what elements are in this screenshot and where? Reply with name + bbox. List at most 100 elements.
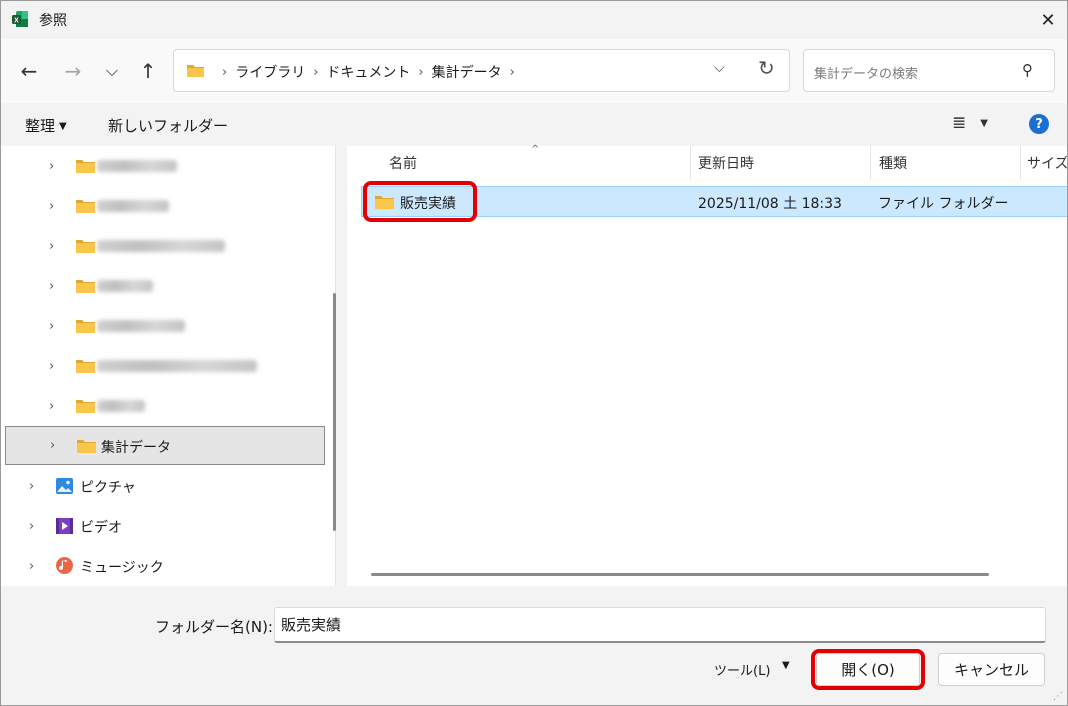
chevron-right-icon[interactable]: › <box>50 438 55 453</box>
folder-icon <box>187 65 204 77</box>
address-history-dropdown[interactable]: ⌵ <box>714 60 725 76</box>
browse-dialog: X 参照 ✕ ← → ⌵ ↑ › ライブラリ › ドキュメント › 集計データ … <box>0 0 1068 706</box>
column-header-modified[interactable]: 更新日時 <box>698 146 754 180</box>
folder-icon <box>76 240 95 253</box>
chevron-right-icon[interactable]: › <box>29 479 34 494</box>
redacted-label <box>97 200 169 212</box>
chevron-right-icon: › <box>222 64 228 80</box>
folder-icon <box>76 360 95 373</box>
chevron-right-icon[interactable]: › <box>49 199 54 214</box>
nav-scrollbar[interactable] <box>333 293 336 531</box>
caret-down-icon: ▼ <box>59 121 67 132</box>
nav-folder-item[interactable]: › <box>1 306 326 346</box>
redacted-label <box>97 160 177 172</box>
pictures-icon <box>56 478 73 494</box>
folder-name-label: フォルダー名(N): <box>155 618 273 636</box>
folder-icon <box>77 440 96 453</box>
cancel-button[interactable]: キャンセル <box>938 653 1045 686</box>
column-header-type[interactable]: 種類 <box>879 146 907 180</box>
list-view-icon: ≣ <box>952 113 967 133</box>
title-bar: X 参照 ✕ <box>1 1 1067 39</box>
nav-folder-item[interactable]: › <box>1 226 326 266</box>
nav-item-label: 集計データ <box>101 440 171 456</box>
back-button[interactable]: ← <box>15 57 43 85</box>
excel-icon: X <box>12 11 28 27</box>
chevron-right-icon: › <box>509 64 515 80</box>
nav-folder-item[interactable]: › <box>1 186 326 226</box>
window-title: 参照 <box>39 13 67 29</box>
address-row: ← → ⌵ ↑ › ライブラリ › ドキュメント › 集計データ › ⌵ ↻ 集… <box>1 39 1067 103</box>
column-header-name[interactable]: 名前 <box>389 146 417 180</box>
tools-button[interactable]: ツール(L) <box>714 660 770 679</box>
nav-item-label: ビデオ <box>80 520 122 536</box>
nav-folder-item[interactable]: › <box>1 146 326 186</box>
folder-icon <box>76 320 95 333</box>
breadcrumb-item[interactable]: ライブラリ <box>235 62 305 82</box>
sort-ascending-icon: ^ <box>531 144 540 155</box>
navigation-pane: › › › › › › › › 集計データ › ピクチャ › ビデオ › ミュー… <box>1 146 336 586</box>
chevron-right-icon[interactable]: › <box>49 399 54 414</box>
music-icon <box>56 557 73 574</box>
help-icon[interactable]: ? <box>1029 114 1049 134</box>
recent-locations-button[interactable]: ⌵ <box>98 57 126 85</box>
chevron-right-icon[interactable]: › <box>49 159 54 174</box>
file-modified: 2025/11/08 土 18:33 <box>698 196 842 212</box>
redacted-label <box>97 320 185 332</box>
nav-folder-item[interactable]: › <box>1 346 326 386</box>
chevron-right-icon[interactable]: › <box>49 279 54 294</box>
close-button[interactable]: ✕ <box>1027 1 1067 39</box>
breadcrumb-item[interactable]: 集計データ <box>432 62 502 82</box>
folder-icon <box>76 280 95 293</box>
chevron-down-icon: ⌵ <box>105 61 119 80</box>
refresh-icon[interactable]: ↻ <box>758 56 775 80</box>
folder-icon <box>76 160 95 173</box>
folder-icon <box>76 200 95 213</box>
nav-item-label: ピクチャ <box>80 480 136 496</box>
forward-arrow-icon: → <box>64 59 82 83</box>
videos-icon <box>56 518 73 534</box>
nav-item-videos[interactable]: › ビデオ <box>1 506 326 546</box>
nav-item-shuukei-data[interactable]: › 集計データ <box>5 426 325 465</box>
column-header-size[interactable]: サイズ <box>1027 146 1067 180</box>
chevron-right-icon[interactable]: › <box>29 559 34 574</box>
highlight-box <box>811 649 925 690</box>
column-divider[interactable] <box>1020 146 1021 180</box>
chevron-right-icon[interactable]: › <box>29 519 34 534</box>
breadcrumb-item[interactable]: ドキュメント <box>326 62 410 82</box>
folder-icon <box>76 400 95 413</box>
nav-folder-item[interactable]: › <box>1 266 326 306</box>
up-arrow-icon: ↑ <box>139 59 157 83</box>
resize-grip-icon[interactable]: ⋰ <box>1053 691 1063 702</box>
address-bar[interactable]: › ライブラリ › ドキュメント › 集計データ › ⌵ ↻ <box>173 49 790 92</box>
search-icon: ⚲ <box>1022 61 1033 79</box>
svg-text:X: X <box>14 18 19 25</box>
search-placeholder: 集計データの検索 <box>814 67 919 82</box>
redacted-label <box>97 360 257 372</box>
chevron-right-icon[interactable]: › <box>49 359 54 374</box>
redacted-label <box>97 240 225 252</box>
folder-name-field[interactable]: 販売実績 <box>274 607 1046 643</box>
chevron-right-icon[interactable]: › <box>49 319 54 334</box>
chevron-right-icon[interactable]: › <box>49 239 54 254</box>
chevron-right-icon: › <box>418 64 424 80</box>
new-folder-button[interactable]: 新しいフォルダー <box>108 115 228 136</box>
nav-item-label: ミュージック <box>80 560 164 576</box>
caret-down-icon: ▼ <box>980 117 988 129</box>
column-divider[interactable] <box>870 146 871 180</box>
chevron-right-icon: › <box>313 64 319 80</box>
nav-item-pictures[interactable]: › ピクチャ <box>1 466 326 506</box>
organize-button[interactable]: 整理 ▼ <box>25 115 67 136</box>
view-options-button[interactable]: ≣ ▼ <box>952 113 988 133</box>
redacted-label <box>97 400 145 412</box>
horizontal-scrollbar[interactable] <box>371 573 989 576</box>
caret-down-icon[interactable]: ▼ <box>782 660 790 671</box>
folder-name-value: 販売実績 <box>281 616 342 634</box>
forward-button[interactable]: → <box>59 57 87 85</box>
highlight-box <box>363 181 477 222</box>
up-button[interactable]: ↑ <box>134 57 162 85</box>
nav-folder-item[interactable]: › <box>1 386 326 426</box>
organize-label: 整理 <box>25 117 56 135</box>
search-box[interactable]: 集計データの検索 ⚲ <box>803 49 1055 92</box>
column-divider[interactable] <box>690 146 691 180</box>
nav-item-music[interactable]: › ミュージック <box>1 546 326 586</box>
